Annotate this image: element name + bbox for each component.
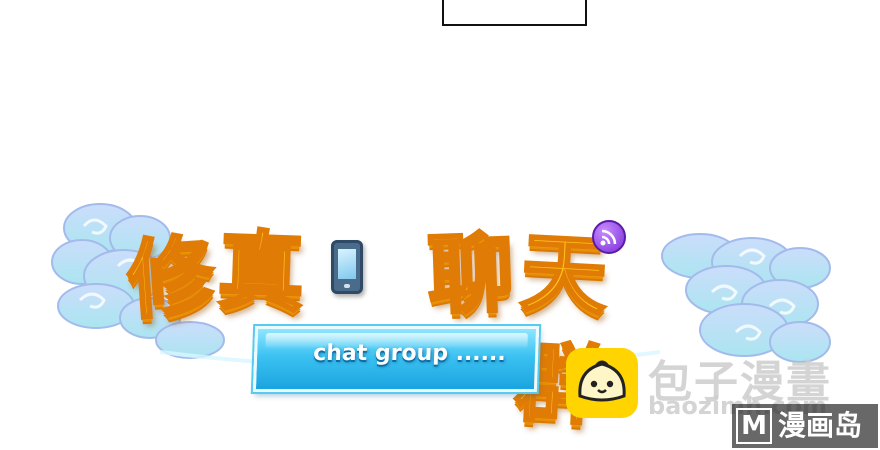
- subtitle-banner: chat group ......: [252, 326, 540, 392]
- title-glyph-2: 真: [215, 220, 307, 326]
- manhuadao-badge: M 漫画岛: [732, 404, 878, 448]
- title-glyph-1: 修: [123, 225, 219, 334]
- m-logo-icon: M: [736, 408, 772, 444]
- subtitle-text: chat group ......: [312, 341, 507, 366]
- smartphone-icon: [331, 240, 363, 294]
- manhuadao-text: 漫画岛: [778, 409, 863, 442]
- title-glyph-3: 聊: [425, 222, 517, 328]
- bun-face-icon: [566, 348, 638, 418]
- wifi-icon: [592, 220, 626, 254]
